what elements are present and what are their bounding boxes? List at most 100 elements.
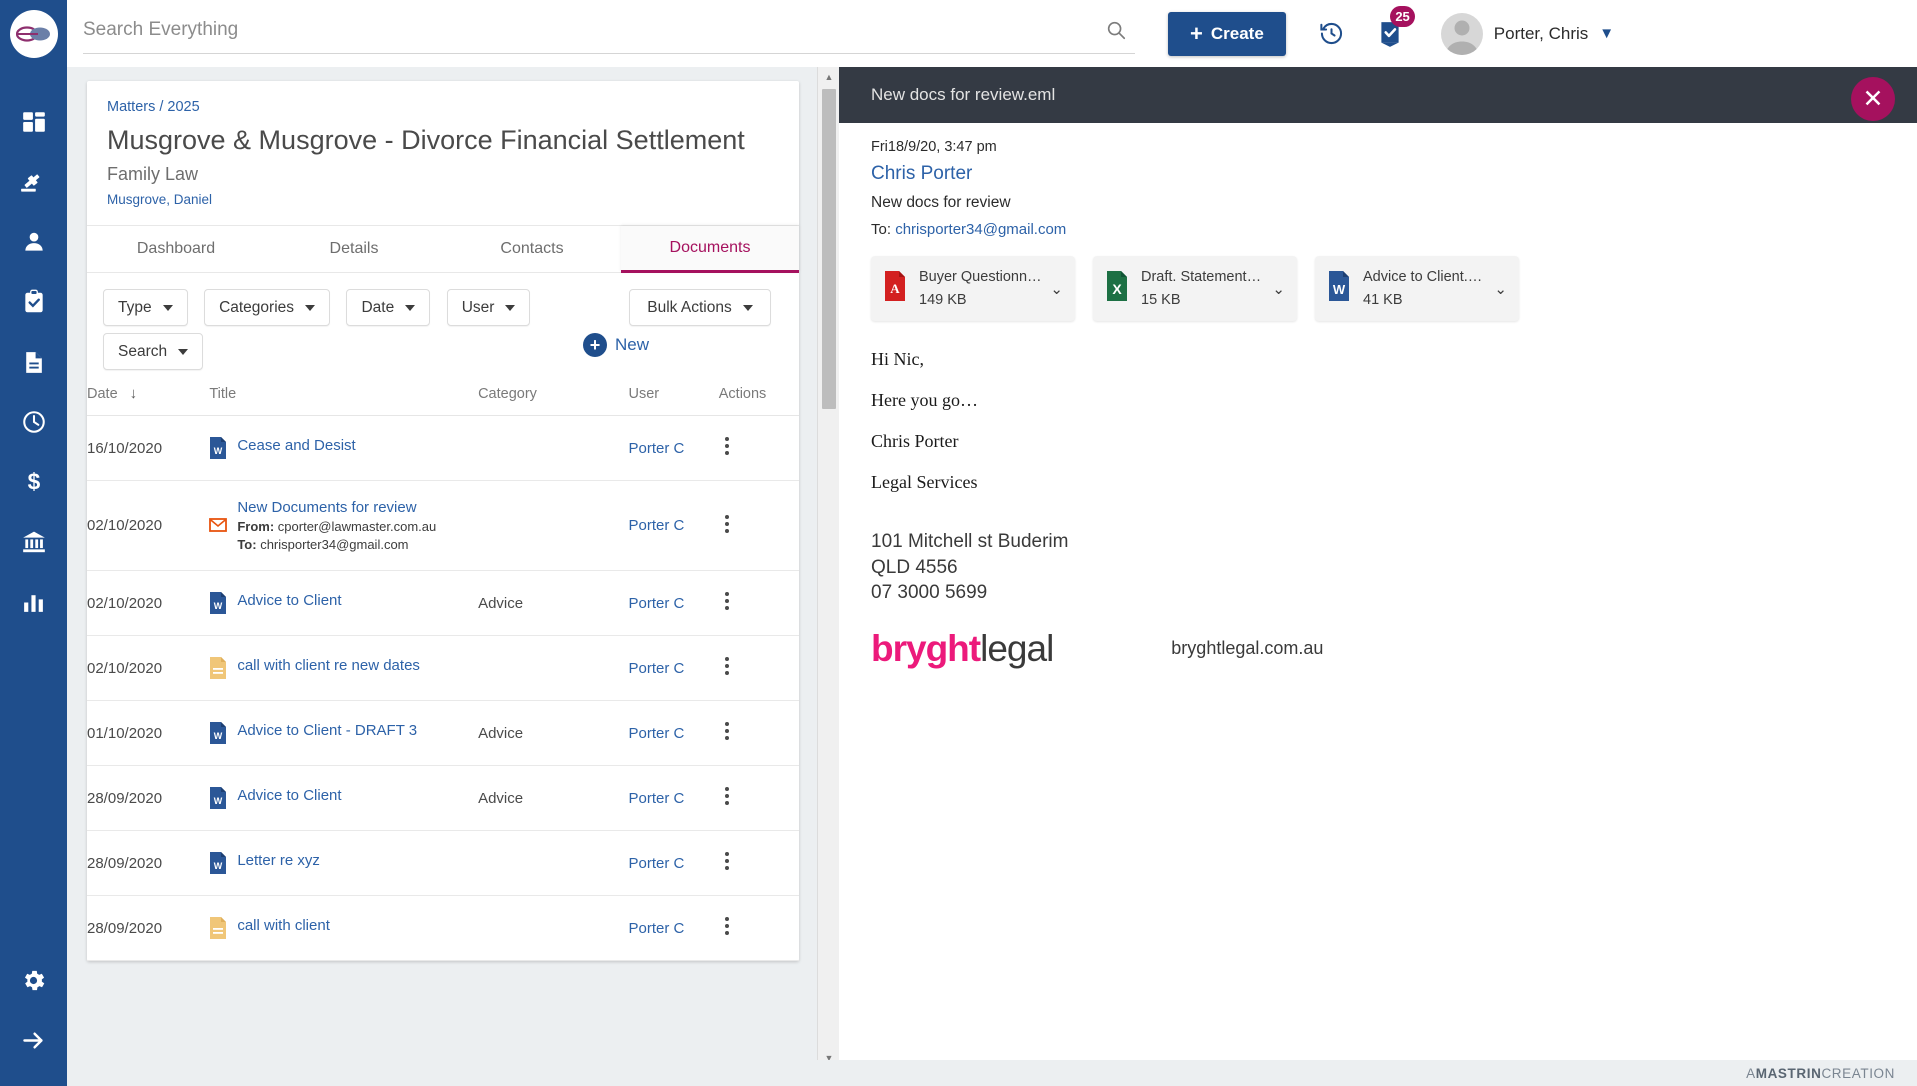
table-row[interactable]: 01/10/2020 W Advice to Client - DRAFT 3 <box>87 700 799 766</box>
filter-search-button[interactable]: Search <box>103 333 204 370</box>
row-actions-menu-icon[interactable] <box>719 434 729 458</box>
new-document-button[interactable]: + New <box>582 333 649 357</box>
search-filter-row: Search <box>103 333 215 370</box>
table-row[interactable]: 02/10/2020 New Documents for review From… <box>87 480 799 571</box>
row-actions-menu-icon[interactable] <box>719 849 729 873</box>
attachment-item[interactable]: X Draft. Statement… 15 KB ⌄ <box>1093 256 1297 321</box>
svg-text:X: X <box>1112 281 1122 297</box>
email-subject: New docs for review <box>871 194 1011 211</box>
attachment-list: A Buyer Questionn… 149 KB ⌄ X Draft. Sta… <box>871 256 1917 321</box>
filter-type-button[interactable]: Type <box>103 289 188 326</box>
email-line: Hi Nic, <box>871 349 924 369</box>
row-category <box>478 830 629 896</box>
content-area: Matters / 2025 Musgrove & Musgrove - Div… <box>67 67 1917 1086</box>
filter-date-button[interactable]: Date <box>346 289 431 326</box>
tab-documents[interactable]: Documents <box>621 226 799 273</box>
close-button[interactable]: ✕ <box>1851 77 1895 121</box>
column-header-title[interactable]: Title <box>209 385 479 416</box>
table-row[interactable]: 28/09/2020 call with client Porter C <box>87 895 799 961</box>
create-button-label: Create <box>1210 23 1264 43</box>
sidebar-item-billing[interactable]: $ <box>0 452 67 512</box>
sidebar-item-tasks[interactable] <box>0 272 67 332</box>
column-header-user[interactable]: User <box>628 385 719 416</box>
tab-contacts[interactable]: Contacts <box>443 226 621 273</box>
row-actions-menu-icon[interactable] <box>719 719 729 743</box>
row-actions-menu-icon[interactable] <box>719 589 729 613</box>
column-header-category[interactable]: Category <box>478 385 629 416</box>
filter-categories-button[interactable]: Categories <box>204 289 331 326</box>
scrollbar-thumb[interactable] <box>822 89 836 409</box>
row-actions <box>718 700 799 766</box>
table-row[interactable]: 28/09/2020 W Advice to Client Advice Por… <box>87 765 799 831</box>
row-user-link[interactable]: Porter C <box>629 920 685 937</box>
matter-client-link[interactable]: Musgrove, Daniel <box>87 185 799 225</box>
row-user-link[interactable]: Porter C <box>629 595 685 612</box>
sidebar-item-time[interactable] <box>0 392 67 452</box>
table-row[interactable]: 02/10/2020 W Advice to Client Advice Por… <box>87 570 799 636</box>
lawmaster-logo-icon <box>15 26 50 42</box>
sidebar-item-logout[interactable] <box>0 1010 67 1070</box>
table-row[interactable]: 28/09/2020 W Letter re xyz Porter C <box>87 830 799 896</box>
chevron-down-icon[interactable]: ⌄ <box>1494 280 1507 298</box>
attachment-item[interactable]: W Advice to Client.… 41 KB ⌄ <box>1315 256 1519 321</box>
sidebar-item-settings[interactable] <box>0 950 67 1010</box>
row-actions-menu-icon[interactable] <box>719 914 729 938</box>
footer-suffix: CREATION <box>1821 1065 1895 1081</box>
email-to-address[interactable]: chrisporter34@gmail.com <box>895 221 1066 238</box>
column-header-date[interactable]: Date ↓ <box>87 385 210 416</box>
row-title-cell: W Cease and Desist <box>209 415 479 481</box>
table-row[interactable]: 16/10/2020 W Cease and Desist Porter C <box>87 415 799 481</box>
row-user-link[interactable]: Porter C <box>629 855 685 872</box>
chevron-down-icon[interactable]: ⌄ <box>1272 280 1285 298</box>
row-user-link[interactable]: Porter C <box>629 660 685 677</box>
document-title-link[interactable]: call with client re new dates <box>237 657 420 674</box>
document-title-link[interactable]: New Documents for review <box>237 499 436 516</box>
row-actions-menu-icon[interactable] <box>719 654 729 678</box>
filter-user-button[interactable]: User <box>446 289 531 326</box>
create-button[interactable]: + Create <box>1168 11 1286 56</box>
document-title-link[interactable]: Letter re xyz <box>237 852 320 869</box>
history-button[interactable] <box>1318 20 1345 47</box>
email-sender[interactable]: Chris Porter <box>871 163 1917 185</box>
user-menu[interactable]: Porter, Chris ▼ <box>1440 12 1614 55</box>
filter-date-label: Date <box>361 298 395 316</box>
row-user-link[interactable]: Porter C <box>629 790 685 807</box>
table-row[interactable]: 02/10/2020 call with client re new dates <box>87 635 799 701</box>
scroll-up-arrow-icon[interactable]: ▲ <box>818 67 840 87</box>
sidebar-item-dashboard[interactable] <box>0 92 67 152</box>
from-label: From: <box>237 519 275 534</box>
row-actions-menu-icon[interactable] <box>719 784 729 808</box>
document-title-link[interactable]: Advice to Client <box>237 592 341 609</box>
sidebar-item-matters[interactable] <box>0 152 67 212</box>
app-logo[interactable] <box>9 10 58 58</box>
search-input[interactable] <box>83 13 1135 54</box>
arrow-right-icon <box>23 1032 43 1048</box>
chevron-down-icon[interactable]: ⌄ <box>1050 280 1063 298</box>
sidebar-item-contacts[interactable] <box>0 212 67 272</box>
content-scrollbar[interactable]: ▲ ▼ <box>817 67 839 1086</box>
sidebar-item-reports[interactable] <box>0 572 67 632</box>
tab-dashboard[interactable]: Dashboard <box>87 226 265 273</box>
document-title-link[interactable]: Advice to Client <box>237 787 341 804</box>
logo-secondary-text: legal <box>980 627 1054 669</box>
tasks-button[interactable]: 25 <box>1377 5 1415 48</box>
sidebar-item-accounts[interactable] <box>0 512 67 572</box>
tab-details[interactable]: Details <box>265 226 443 273</box>
chevron-down-icon <box>505 304 516 311</box>
attachment-item[interactable]: A Buyer Questionn… 149 KB ⌄ <box>871 256 1075 321</box>
search-button[interactable] <box>1105 19 1127 44</box>
sidebar-item-documents[interactable] <box>0 332 67 392</box>
document-title-link[interactable]: Cease and Desist <box>237 437 355 454</box>
document-title-link[interactable]: Advice to Client - DRAFT 3 <box>237 722 417 739</box>
row-user-link[interactable]: Porter C <box>629 440 685 457</box>
row-actions-menu-icon[interactable] <box>719 512 729 536</box>
row-user-link[interactable]: Porter C <box>629 517 685 534</box>
bulk-actions-button[interactable]: Bulk Actions <box>629 289 771 326</box>
breadcrumb[interactable]: Matters / 2025 <box>87 81 799 115</box>
email-preview-header: New docs for review.eml ✕ <box>839 67 1917 123</box>
signature-address: 101 Mitchell st Buderim QLD 4556 07 3000… <box>871 529 1917 606</box>
row-user-link[interactable]: Porter C <box>629 725 685 742</box>
attachment-size: 15 KB <box>1141 292 1181 308</box>
bulk-actions-container: Bulk Actions <box>629 289 783 326</box>
document-title-link[interactable]: call with client <box>237 917 330 934</box>
